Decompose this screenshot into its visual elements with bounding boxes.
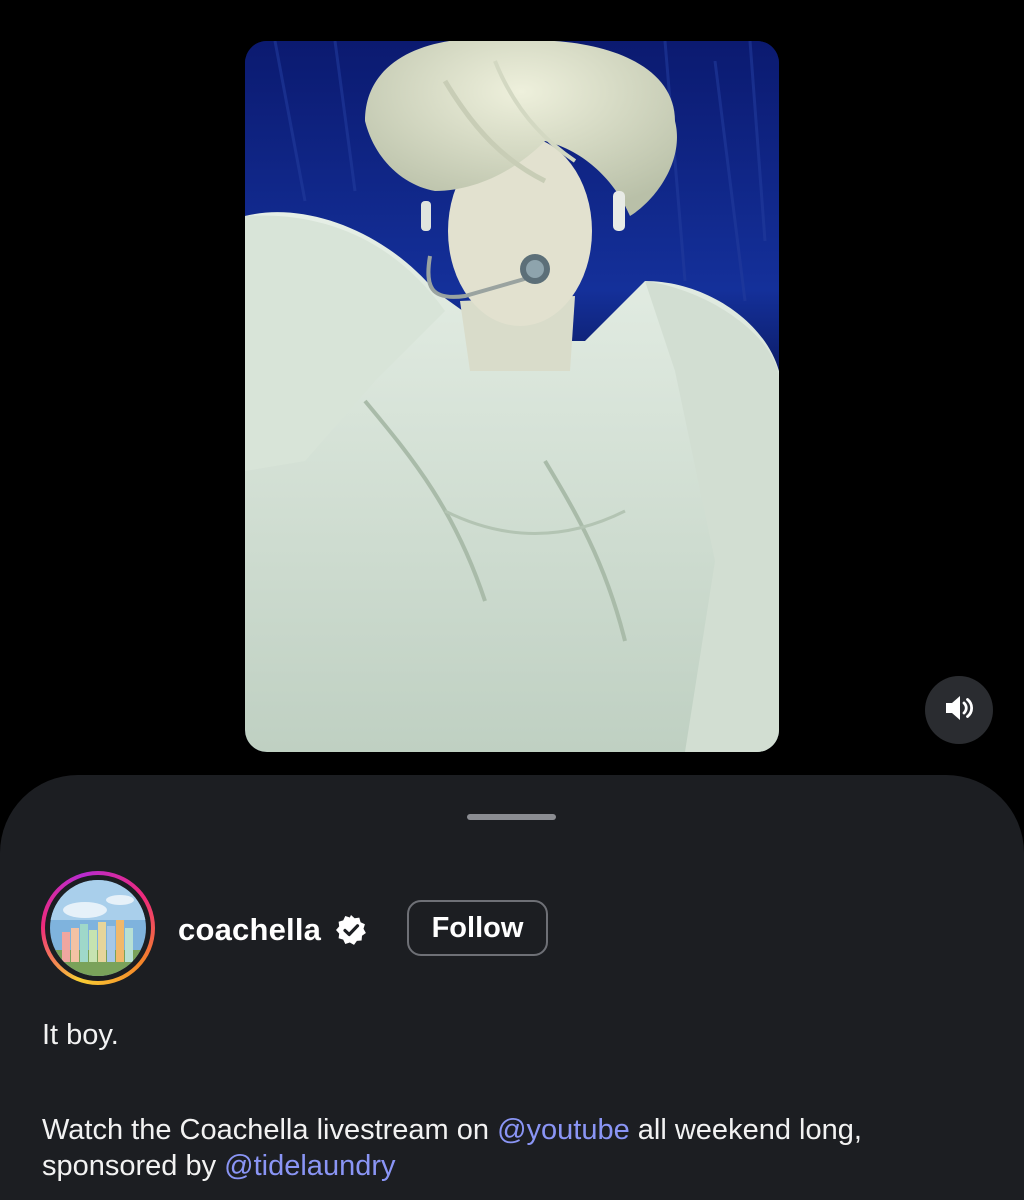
follow-button[interactable]: Follow (407, 900, 548, 956)
video-player[interactable] (245, 41, 779, 752)
sheet-grabber[interactable] (467, 814, 556, 820)
caption-text: Watch the Coachella livestream on (42, 1114, 498, 1146)
username[interactable]: coachella (178, 912, 321, 948)
verified-badge-icon (335, 914, 367, 946)
volume-button[interactable] (925, 676, 993, 744)
reels-screen: coachella Follow It boy. Watch the Coach… (0, 0, 1024, 1200)
mention-youtube-link[interactable]: @youtube (497, 1114, 630, 1146)
caption-title: It boy. (42, 1019, 119, 1051)
avatar-image (50, 880, 146, 976)
speaker-volume-icon (942, 691, 976, 730)
caption-body: Watch the Coachella livestream on @youtu… (42, 1112, 1002, 1184)
avatar-story-ring[interactable] (41, 871, 155, 985)
avatar (50, 880, 146, 976)
mention-tidelaundry-link[interactable]: @tidelaundry (224, 1150, 395, 1182)
username-row: coachella (178, 908, 367, 952)
caption-text: all weekend long, (629, 1114, 862, 1146)
caption-text: sponsored by (42, 1150, 225, 1182)
video-frame-image (245, 41, 779, 752)
post-details-sheet: coachella Follow It boy. Watch the Coach… (0, 775, 1024, 1200)
